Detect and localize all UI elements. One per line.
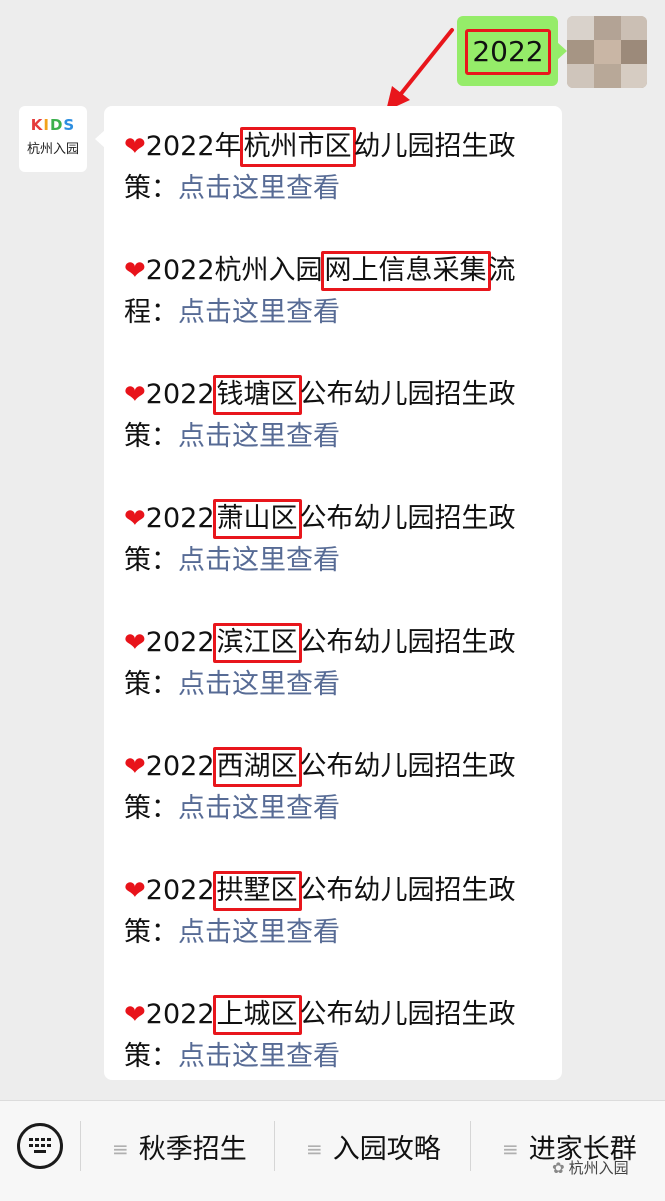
highlight-box: 杭州市区 [239, 127, 356, 167]
item-line2-prefix: 策： [124, 793, 178, 824]
highlight-box: 萧山区 [212, 499, 302, 539]
menu-divider [80, 1121, 81, 1171]
item-line2-prefix: 策： [124, 173, 178, 204]
menu-icon: ≡ [306, 1137, 323, 1161]
heart-icon: ❤ [124, 752, 146, 782]
bot-avatar-label: 杭州入园 [26, 142, 79, 157]
item-prefix: 2022 [145, 875, 215, 906]
heart-icon: ❤ [124, 876, 146, 906]
heart-icon: ❤ [124, 1000, 146, 1030]
highlight-box: 上城区 [212, 995, 302, 1035]
user-avatar[interactable] [567, 16, 647, 88]
item-suffix: 公布幼儿园招生政 [299, 751, 516, 782]
item-suffix: 公布幼儿园招生政 [299, 999, 516, 1030]
item-prefix: 2022 [145, 751, 215, 782]
policy-item: ❤2022年杭州市区幼儿园招生政 策：点击这里查看 [124, 126, 544, 210]
view-link[interactable]: 点击这里查看 [178, 173, 340, 204]
highlight-box: 滨江区 [212, 623, 302, 663]
bot-avatar[interactable]: KIDS 杭州入园 [19, 106, 87, 172]
item-line2-prefix: 程： [124, 297, 178, 328]
policy-item: ❤2022钱塘区公布幼儿园招生政 策：点击这里查看 [124, 374, 544, 458]
item-line2-prefix: 策： [124, 917, 178, 948]
item-prefix: 2022 [145, 503, 215, 534]
highlight-box: 西湖区 [212, 747, 302, 787]
watermark: ✿ 杭州入园 [552, 1159, 629, 1177]
bot-message-bubble: ❤2022年杭州市区幼儿园招生政 策：点击这里查看 ❤2022杭州入园网上信息采… [95, 106, 562, 1080]
heart-icon: ❤ [124, 256, 146, 286]
item-prefix: 2022 [145, 627, 215, 658]
item-suffix: 公布幼儿园招生政 [299, 379, 516, 410]
keyboard-icon[interactable] [17, 1123, 63, 1169]
item-line2-prefix: 策： [124, 669, 178, 700]
view-link[interactable]: 点击这里查看 [178, 669, 340, 700]
user-message-bubble[interactable]: 2022 [457, 16, 567, 86]
item-suffix: 公布幼儿园招生政 [299, 503, 516, 534]
item-prefix: 2022杭州入园 [145, 255, 323, 286]
menu-divider [470, 1121, 471, 1171]
item-prefix: 2022 [145, 379, 215, 410]
menu-item-enrollment-guide[interactable]: ≡ 入园攻略 [306, 1129, 441, 1169]
heart-icon: ❤ [124, 504, 146, 534]
item-suffix: 公布幼儿园招生政 [299, 875, 516, 906]
item-line2-prefix: 策： [124, 545, 178, 576]
item-prefix: 2022年 [145, 131, 242, 162]
menu-item-autumn-enrollment[interactable]: ≡ 秋季招生 [112, 1129, 247, 1169]
view-link[interactable]: 点击这里查看 [178, 545, 340, 576]
policy-item: ❤2022杭州入园网上信息采集流 程：点击这里查看 [124, 250, 544, 334]
item-suffix: 幼儿园招生政 [353, 131, 516, 162]
item-line2-prefix: 策： [124, 421, 178, 452]
menu-icon: ≡ [502, 1137, 519, 1161]
view-link[interactable]: 点击这里查看 [178, 421, 340, 452]
item-suffix: 公布幼儿园招生政 [299, 627, 516, 658]
view-link[interactable]: 点击这里查看 [178, 1041, 340, 1072]
highlight-box: 钱塘区 [212, 375, 302, 415]
policy-item: ❤2022萧山区公布幼儿园招生政 策：点击这里查看 [124, 498, 544, 582]
view-link[interactable]: 点击这里查看 [178, 917, 340, 948]
policy-item: ❤2022西湖区公布幼儿园招生政 策：点击这里查看 [124, 746, 544, 830]
heart-icon: ❤ [124, 380, 146, 410]
menu-icon: ≡ [112, 1137, 129, 1161]
policy-item: ❤2022滨江区公布幼儿园招生政 策：点击这里查看 [124, 622, 544, 706]
heart-icon: ❤ [124, 132, 146, 162]
menu-divider [274, 1121, 275, 1171]
view-link[interactable]: 点击这里查看 [178, 297, 340, 328]
kids-logo: KIDS [30, 116, 76, 134]
view-link[interactable]: 点击这里查看 [178, 793, 340, 824]
bottom-menu: ≡ 秋季招生 ≡ 入园攻略 ≡ 进家长群 [0, 1100, 665, 1201]
wechat-icon: ✿ [552, 1159, 565, 1177]
item-line2-prefix: 策： [124, 1041, 178, 1072]
highlight-box: 拱墅区 [212, 871, 302, 911]
item-suffix: 流 [488, 255, 516, 286]
user-message-text: 2022 [465, 29, 551, 75]
chat-area: 2022 KIDS 杭州入园 ❤2022年杭州市区幼儿园招生政 策：点击这里查看… [0, 0, 665, 1100]
heart-icon: ❤ [124, 628, 146, 658]
highlight-box: 网上信息采集 [320, 251, 491, 291]
policy-item: ❤2022上城区公布幼儿园招生政 策：点击这里查看 [124, 994, 544, 1078]
policy-item: ❤2022拱墅区公布幼儿园招生政 策：点击这里查看 [124, 870, 544, 954]
item-prefix: 2022 [145, 999, 215, 1030]
